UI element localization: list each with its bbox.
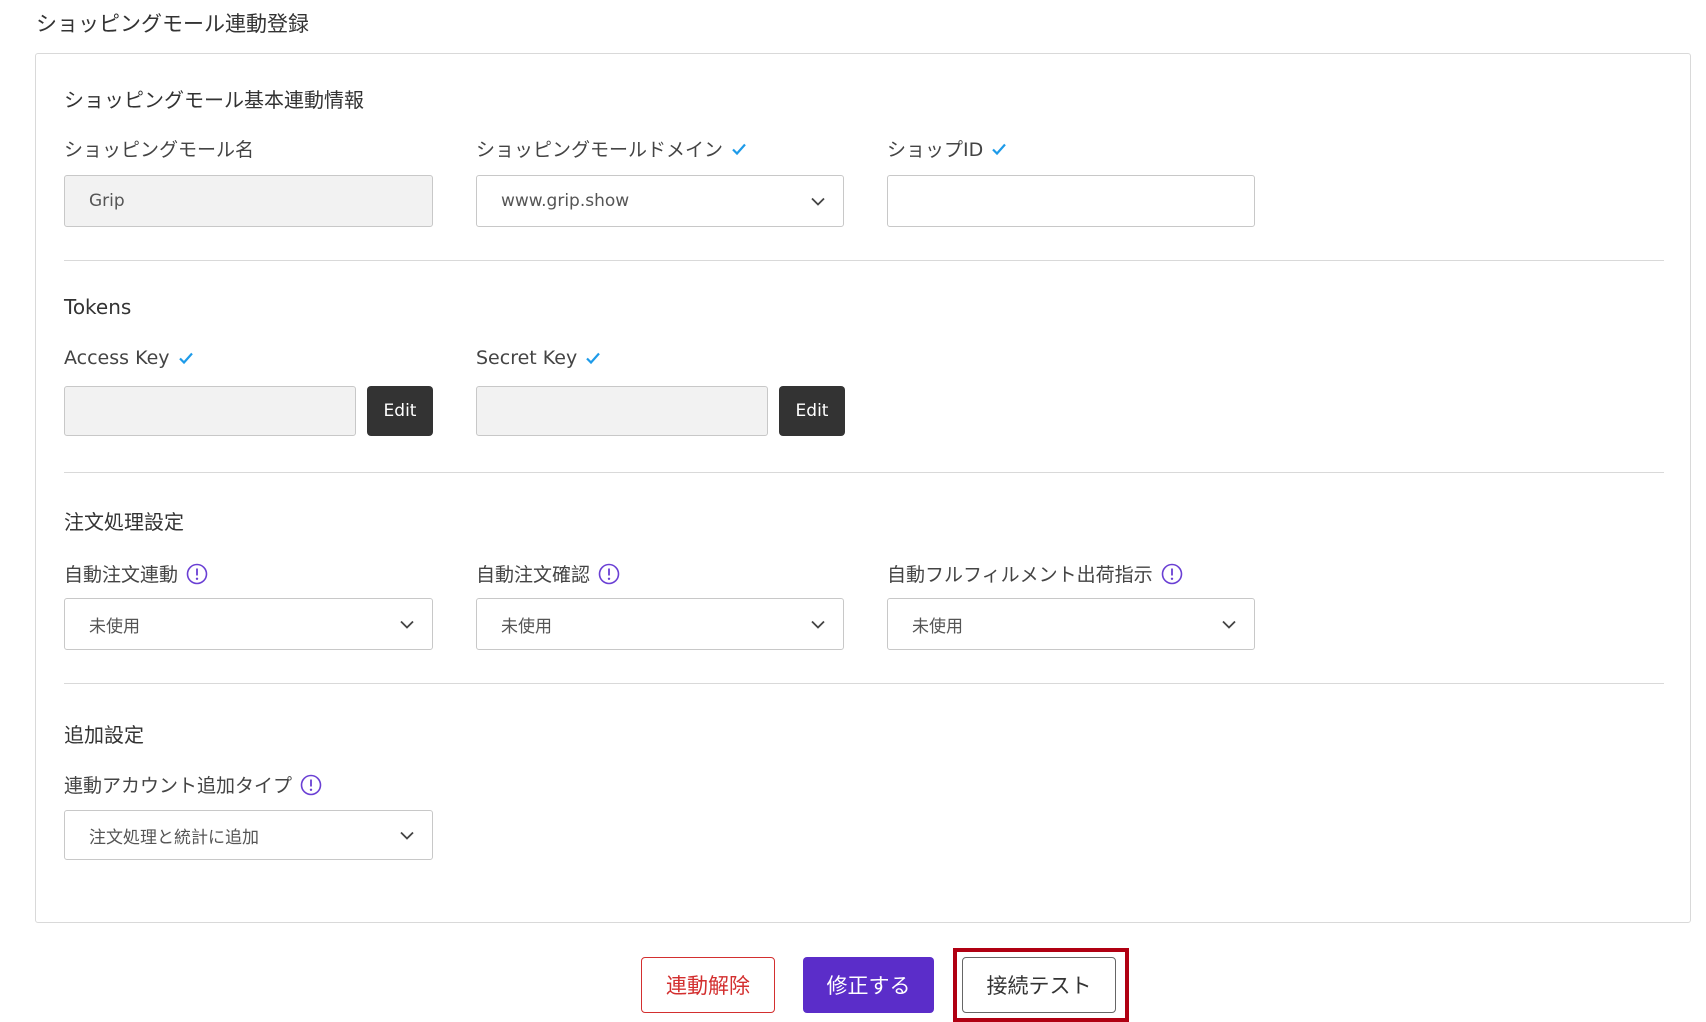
auto-fulfillment-label-text: 自動フルフィルメント出荷指示	[887, 564, 1153, 586]
check-icon	[586, 352, 601, 365]
info-circle-icon[interactable]	[598, 563, 620, 585]
secret-key-input[interactable]	[476, 386, 768, 436]
divider	[64, 260, 1664, 261]
secret-key-edit-button[interactable]: Edit	[779, 386, 845, 436]
chevron-down-icon	[400, 620, 414, 629]
shop-id-label-text: ショップID	[887, 139, 984, 161]
connection-test-button[interactable]: 接続テスト	[962, 957, 1116, 1013]
check-icon	[178, 352, 193, 365]
access-key-label-text: Access Key	[64, 347, 170, 369]
account-add-type-value: 注文処理と統計に追加	[89, 827, 259, 848]
account-add-type-label-text: 連動アカウント追加タイプ	[64, 775, 293, 797]
mall-domain-label: ショッピングモールドメイン	[476, 135, 747, 162]
auto-order-confirm-select[interactable]: 未使用	[476, 598, 844, 650]
auto-order-sync-select[interactable]: 未使用	[64, 598, 433, 650]
section-title-additional: 追加設定	[64, 723, 144, 747]
save-button[interactable]: 修正する	[803, 957, 934, 1013]
auto-order-sync-label-text: 自動注文連動	[64, 564, 179, 586]
chevron-down-icon	[811, 197, 825, 206]
divider	[64, 683, 1664, 684]
auto-fulfillment-select[interactable]: 未使用	[887, 598, 1255, 650]
info-circle-icon[interactable]	[300, 774, 322, 796]
section-title-tokens: Tokens	[64, 295, 132, 319]
mall-name-label-text: ショッピングモール名	[64, 139, 255, 161]
shop-id-input[interactable]	[887, 175, 1255, 227]
account-add-type-select[interactable]: 注文処理と統計に追加	[64, 810, 433, 860]
section-title-orders: 注文処理設定	[64, 510, 184, 534]
access-key-input[interactable]	[64, 386, 356, 436]
account-add-type-label: 連動アカウント追加タイプ	[64, 771, 322, 798]
check-icon	[732, 143, 746, 155]
divider	[64, 472, 1664, 473]
section-title-basic: ショッピングモール基本連動情報	[64, 88, 364, 112]
chevron-down-icon	[400, 831, 414, 840]
mall-domain-select[interactable]: www.grip.show	[476, 175, 844, 227]
auto-fulfillment-value: 未使用	[912, 616, 963, 637]
page-title: ショッピングモール連動登録	[36, 12, 309, 36]
chevron-down-icon	[1222, 620, 1236, 629]
auto-order-sync-label: 自動注文連動	[64, 560, 208, 587]
auto-order-confirm-label-text: 自動注文確認	[476, 564, 591, 586]
unlink-button[interactable]: 連動解除	[641, 957, 775, 1013]
access-key-label: Access Key	[64, 347, 194, 369]
access-key-edit-button[interactable]: Edit	[367, 386, 433, 436]
auto-order-confirm-value: 未使用	[501, 616, 552, 637]
check-icon	[992, 143, 1007, 155]
auto-fulfillment-label: 自動フルフィルメント出荷指示	[887, 560, 1183, 587]
mall-name-label: ショッピングモール名	[64, 135, 254, 162]
auto-order-confirm-label: 自動注文確認	[476, 560, 620, 587]
info-circle-icon[interactable]	[1161, 563, 1183, 585]
mall-name-input[interactable]: Grip	[64, 175, 433, 227]
auto-order-sync-value: 未使用	[89, 616, 140, 637]
secret-key-label-text: Secret Key	[476, 347, 578, 369]
chevron-down-icon	[811, 620, 825, 629]
mall-name-value: Grip	[89, 191, 125, 211]
shop-id-label: ショップID	[887, 135, 1007, 162]
secret-key-label: Secret Key	[476, 347, 601, 369]
mall-domain-value: www.grip.show	[501, 191, 630, 211]
info-circle-icon[interactable]	[186, 563, 208, 585]
mall-domain-label-text: ショッピングモールドメイン	[476, 139, 724, 161]
